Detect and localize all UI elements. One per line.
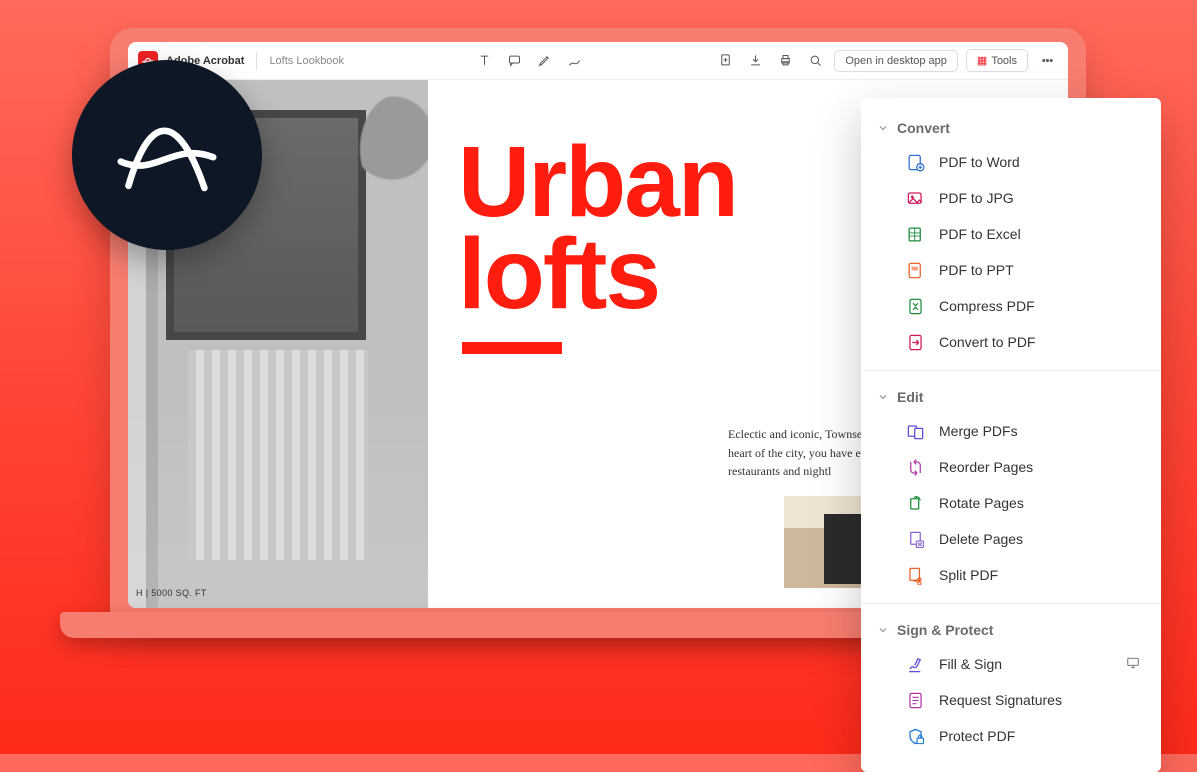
compress-icon [905, 296, 925, 316]
item-label: Fill & Sign [939, 656, 1002, 672]
divider [256, 52, 257, 70]
draw-tool-icon[interactable] [563, 50, 585, 72]
tool-pdf-to-excel[interactable]: PDF to Excel [861, 216, 1161, 252]
tool-pdf-to-jpg[interactable]: PDF to JPG [861, 180, 1161, 216]
reorder-icon [905, 457, 925, 477]
tool-pdf-to-ppt[interactable]: PDF to PPT [861, 252, 1161, 288]
merge-icon [905, 421, 925, 441]
acrobat-badge [72, 60, 262, 250]
ppt-icon [905, 260, 925, 280]
text-tool-icon[interactable] [473, 50, 495, 72]
tools-flyout: Convert PDF to Word PDF to JPG PDF to Ex… [861, 98, 1161, 772]
item-label: PDF to Excel [939, 226, 1021, 242]
tool-delete-pages[interactable]: Delete Pages [861, 521, 1161, 557]
item-label: Request Signatures [939, 692, 1062, 708]
tools-button[interactable]: ▦ Tools [966, 49, 1028, 72]
rotate-icon [905, 493, 925, 513]
item-label: Convert to PDF [939, 334, 1035, 350]
item-label: Reorder Pages [939, 459, 1033, 475]
print-icon[interactable] [774, 50, 796, 72]
section-label: Edit [897, 389, 923, 405]
top-toolbar: Adobe Acrobat Lofts Lookbook Open in des… [128, 42, 1068, 80]
chevron-down-icon [877, 624, 889, 636]
protect-icon [905, 726, 925, 746]
tool-fill-sign[interactable]: Fill & Sign [861, 646, 1161, 682]
more-icon[interactable] [1036, 50, 1058, 72]
delete-icon [905, 529, 925, 549]
tool-convert-to-pdf[interactable]: Convert to PDF [861, 324, 1161, 360]
word-icon [905, 152, 925, 172]
divider [861, 370, 1161, 371]
item-label: Merge PDFs [939, 423, 1018, 439]
tool-split-pdf[interactable]: Split PDF [861, 557, 1161, 593]
item-label: PDF to PPT [939, 262, 1014, 278]
chevron-down-icon [877, 391, 889, 403]
jpg-icon [905, 188, 925, 208]
section-label: Sign & Protect [897, 622, 993, 638]
section-header-sign[interactable]: Sign & Protect [861, 614, 1161, 646]
item-label: PDF to Word [939, 154, 1020, 170]
item-label: Rotate Pages [939, 495, 1024, 511]
item-label: Delete Pages [939, 531, 1023, 547]
convert-icon [905, 332, 925, 352]
image-caption: H | 5000 SQ. FT [136, 588, 207, 598]
request-icon [905, 690, 925, 710]
chevron-down-icon [877, 122, 889, 134]
external-monitor-icon [1125, 656, 1141, 673]
accent-bar [462, 342, 562, 354]
tool-compress-pdf[interactable]: Compress PDF [861, 288, 1161, 324]
search-icon[interactable] [804, 50, 826, 72]
open-desktop-button[interactable]: Open in desktop app [834, 50, 958, 72]
divider [861, 603, 1161, 604]
add-page-icon[interactable] [714, 50, 736, 72]
item-label: Protect PDF [939, 728, 1015, 744]
tool-merge-pdfs[interactable]: Merge PDFs [861, 413, 1161, 449]
excel-icon [905, 224, 925, 244]
section-label: Convert [897, 120, 950, 136]
document-title: Lofts Lookbook [269, 55, 344, 67]
tools-button-label: Tools [991, 55, 1017, 67]
section-header-edit[interactable]: Edit [861, 381, 1161, 413]
tool-request-signatures[interactable]: Request Signatures [861, 682, 1161, 718]
tool-protect-pdf[interactable]: Protect PDF [861, 718, 1161, 754]
highlight-tool-icon[interactable] [533, 50, 555, 72]
tool-pdf-to-word[interactable]: PDF to Word [861, 144, 1161, 180]
split-icon [905, 565, 925, 585]
tool-reorder-pages[interactable]: Reorder Pages [861, 449, 1161, 485]
item-label: PDF to JPG [939, 190, 1014, 206]
tool-rotate-pages[interactable]: Rotate Pages [861, 485, 1161, 521]
comment-tool-icon[interactable] [503, 50, 525, 72]
section-header-convert[interactable]: Convert [861, 112, 1161, 144]
tools-grid-icon: ▦ [977, 54, 987, 67]
item-label: Split PDF [939, 567, 998, 583]
item-label: Compress PDF [939, 298, 1035, 314]
sign-icon [905, 654, 925, 674]
download-icon[interactable] [744, 50, 766, 72]
